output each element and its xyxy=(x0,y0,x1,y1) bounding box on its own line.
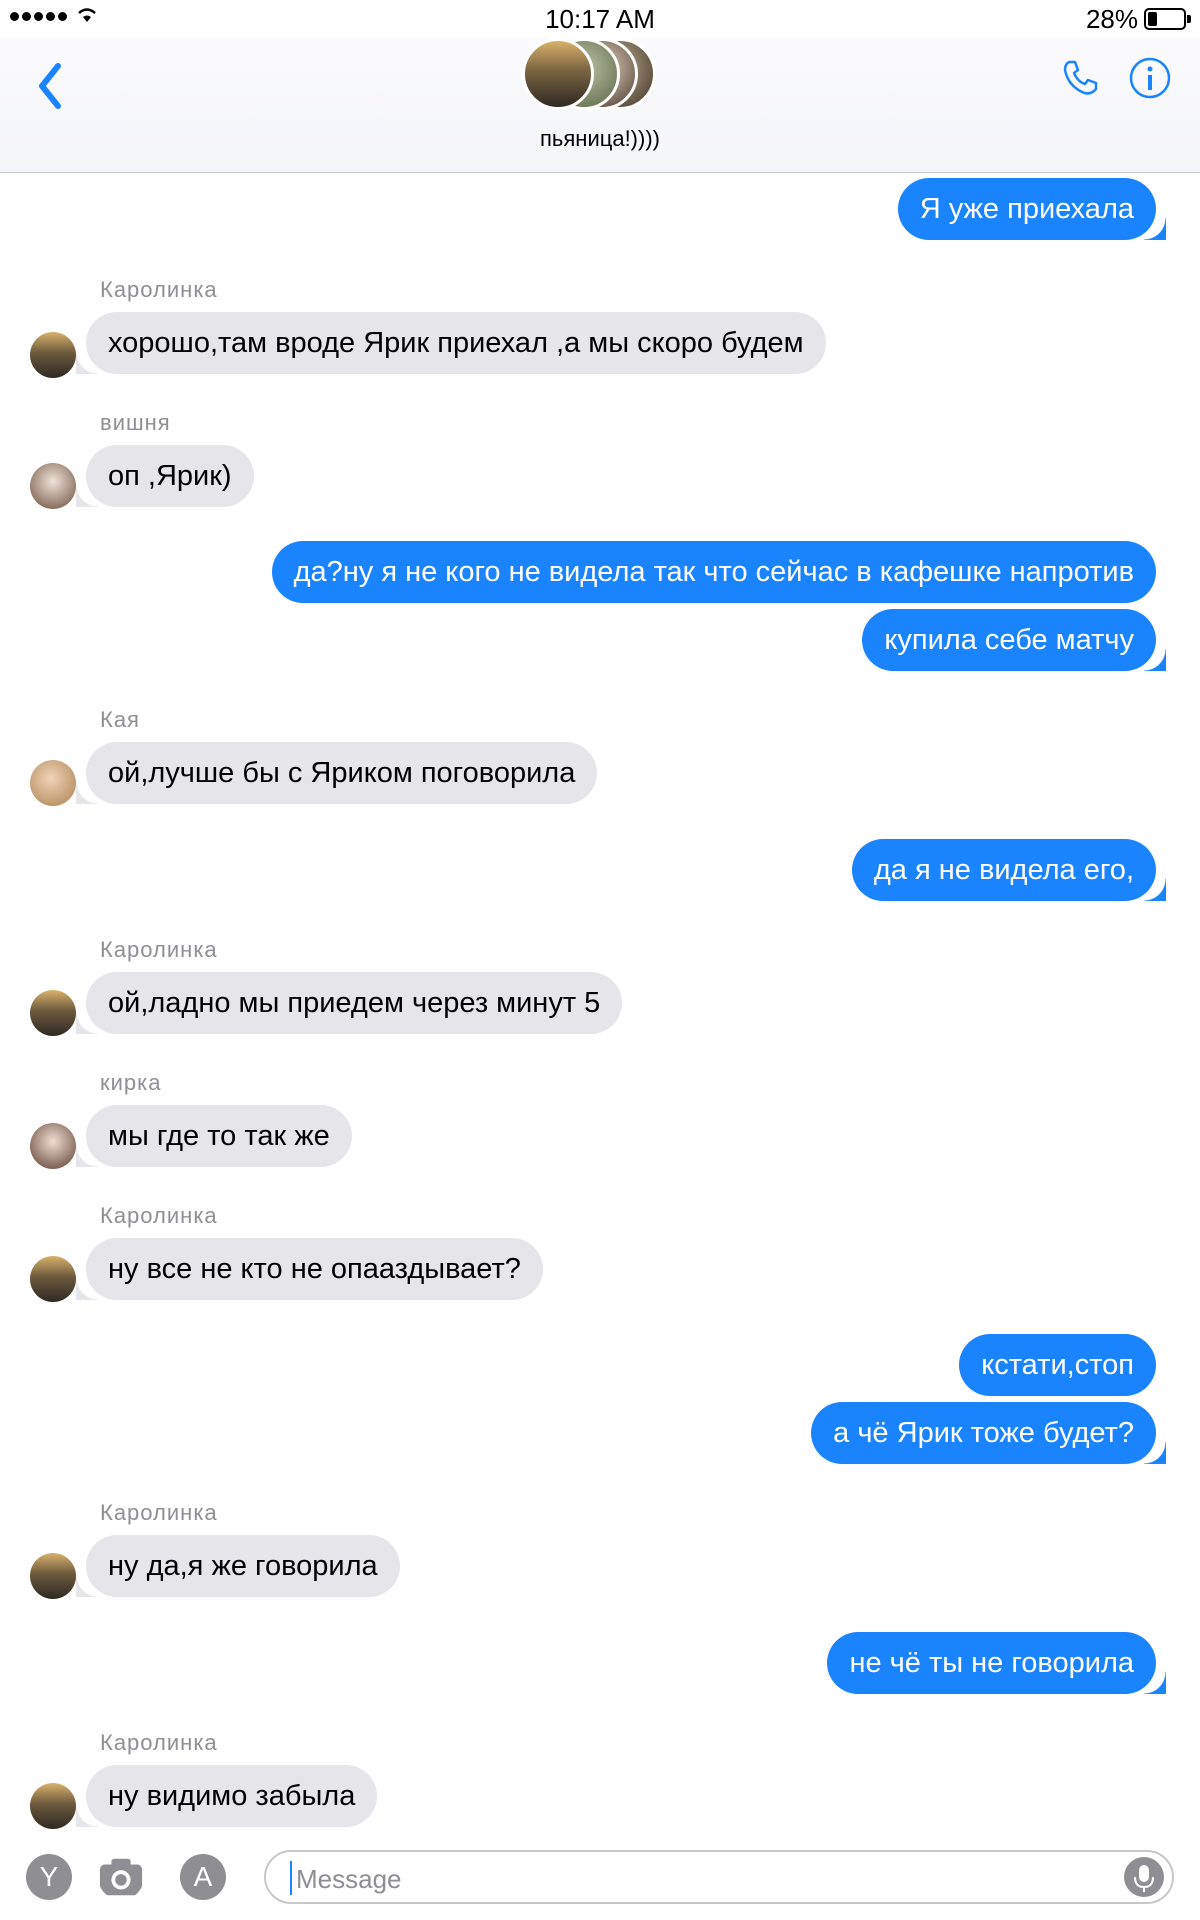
avatar[interactable] xyxy=(30,990,76,1036)
group-title[interactable]: пьяница!)))) xyxy=(0,126,1200,152)
avatar[interactable] xyxy=(30,332,76,378)
message-sender: кирка xyxy=(100,1070,162,1095)
incoming-message[interactable]: ну да,я же говорила xyxy=(76,1535,400,1597)
message-sender: вишня xyxy=(100,410,171,435)
message-sender: Каролинка xyxy=(100,277,218,302)
message-sender: Кая xyxy=(100,707,140,732)
group-avatars[interactable] xyxy=(522,38,682,118)
avatar xyxy=(522,38,594,110)
outgoing-message[interactable]: а чё Ярик тоже будет? xyxy=(811,1402,1166,1464)
avatar[interactable] xyxy=(30,463,76,509)
message-sender: Каролинка xyxy=(100,1203,218,1228)
outgoing-message[interactable]: Я уже приехала xyxy=(897,178,1167,240)
outgoing-message[interactable]: не чё ты не говорила xyxy=(827,1632,1166,1694)
incoming-message[interactable]: ну все не кто не опааздывает? xyxy=(76,1238,543,1300)
app-store-icon[interactable]: A xyxy=(180,1854,226,1900)
battery-percentage: 28% xyxy=(1085,4,1138,34)
avatar[interactable] xyxy=(30,1123,76,1169)
phone-icon[interactable] xyxy=(1060,58,1100,98)
message-input[interactable]: Message xyxy=(264,1850,1174,1904)
message-list[interactable]: Я уже приехала Каролинка хорошо,там врод… xyxy=(0,173,1200,1840)
incoming-message[interactable]: ой,ладно мы приедем через минут 5 xyxy=(75,972,623,1034)
message-sender: Каролинка xyxy=(100,1500,218,1525)
message-placeholder: Message xyxy=(296,1864,402,1894)
microphone-icon[interactable] xyxy=(1124,1857,1164,1897)
incoming-message[interactable]: ой,лучше бы с Яриком поговорила xyxy=(75,742,598,804)
outgoing-message[interactable]: да я не видела его, xyxy=(851,839,1167,901)
back-button[interactable] xyxy=(32,56,72,116)
info-icon[interactable] xyxy=(1128,56,1172,100)
avatar[interactable] xyxy=(30,760,76,806)
outgoing-message[interactable]: купила себе матчу xyxy=(862,609,1166,671)
outgoing-message[interactable]: кстати,стоп xyxy=(959,1334,1156,1396)
camera-icon[interactable] xyxy=(98,1854,144,1900)
status-time: 10:17 AM xyxy=(545,4,655,34)
compose-bar: Y A Message xyxy=(0,1840,1200,1920)
incoming-message[interactable]: ну видимо забыла xyxy=(75,1765,378,1827)
incoming-message[interactable]: хорошо,там вроде Ярик приехал ,а мы скор… xyxy=(76,312,826,374)
y-app-icon[interactable]: Y xyxy=(26,1854,72,1900)
status-bar: 10:17 AM 28% xyxy=(0,0,1200,38)
outgoing-message[interactable]: да?ну я не кого не видела так что сейчас… xyxy=(271,541,1156,603)
incoming-message[interactable]: оп ,Ярик) xyxy=(76,445,254,507)
message-sender: Каролинка xyxy=(100,937,218,962)
incoming-message[interactable]: мы где то так же xyxy=(76,1105,352,1167)
avatar[interactable] xyxy=(30,1783,76,1829)
battery-icon xyxy=(1144,8,1191,30)
message-sender: Каролинка xyxy=(100,1730,218,1755)
avatar[interactable] xyxy=(30,1256,76,1302)
conversation-header: пьяница!)))) xyxy=(0,38,1200,173)
avatar[interactable] xyxy=(30,1553,76,1599)
text-cursor xyxy=(290,1861,292,1895)
